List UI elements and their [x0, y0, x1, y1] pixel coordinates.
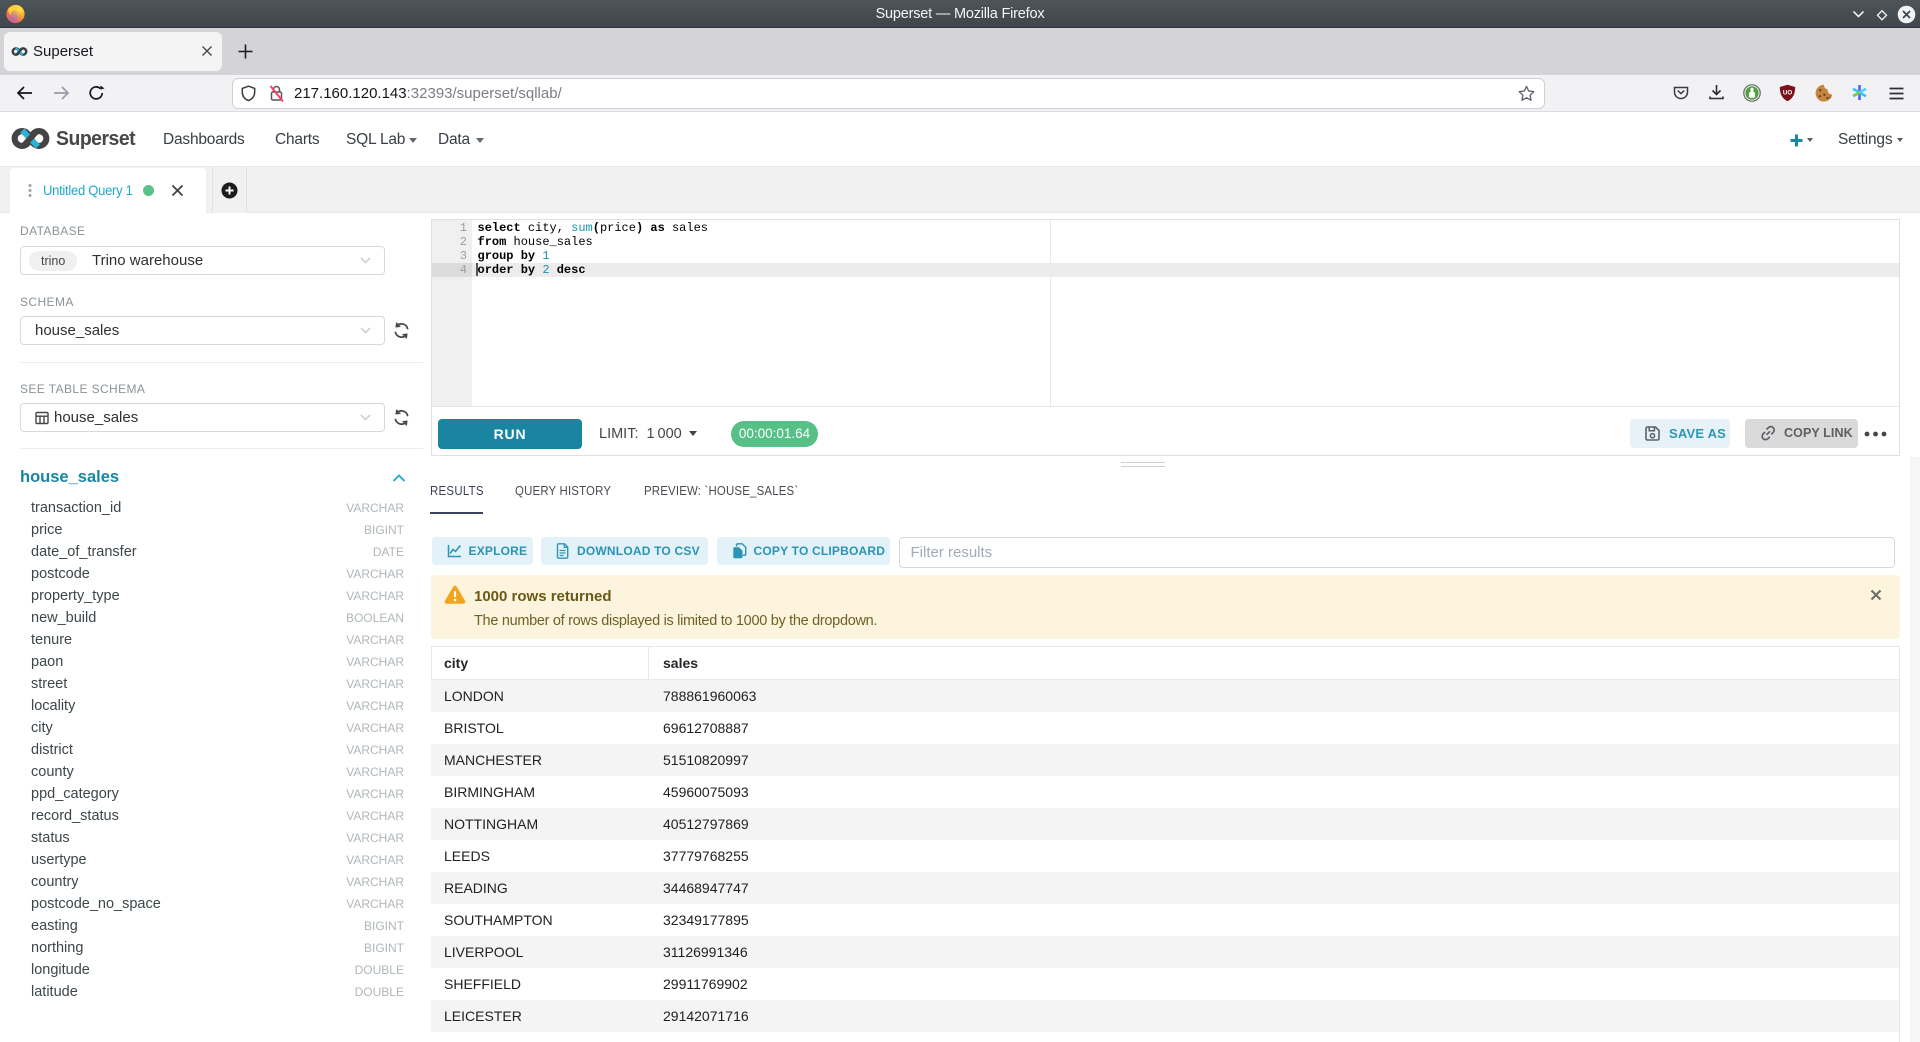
- svg-text:UO: UO: [1783, 90, 1792, 97]
